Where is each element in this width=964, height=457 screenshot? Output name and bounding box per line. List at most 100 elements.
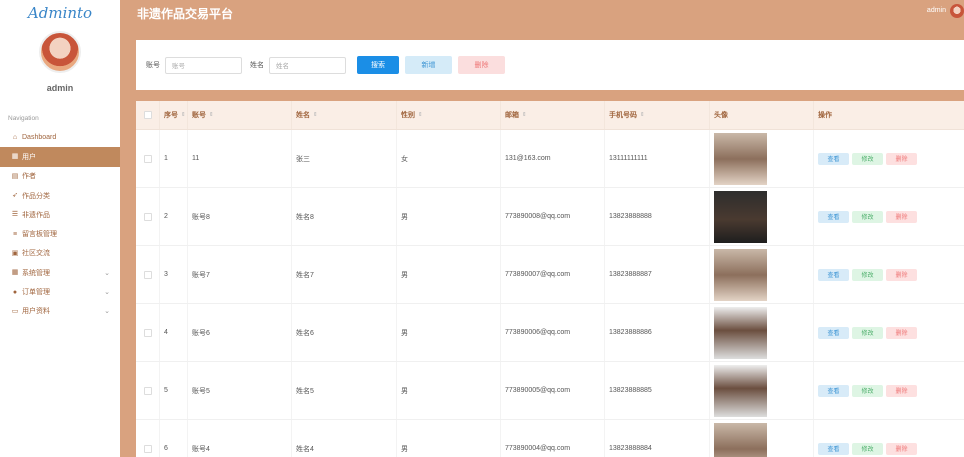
search-button[interactable]: 搜索 (357, 56, 399, 74)
view-button[interactable]: 查看 (818, 152, 849, 165)
gender-cell: 男 (397, 246, 501, 303)
account-input[interactable]: 账号 (165, 56, 242, 74)
sidebar-item-2[interactable]: ▤ 作者 (0, 167, 120, 186)
avatar-photo[interactable] (714, 248, 767, 301)
chevron-down-icon: ⌄ (104, 308, 110, 316)
sidebar-item-label: 订单管理 (22, 289, 50, 297)
column-header[interactable]: 邮箱 ⇕ (501, 101, 605, 129)
row-index: 6 (160, 420, 188, 457)
edit-button[interactable]: 修改 (852, 326, 883, 339)
column-header[interactable]: 姓名 ⇕ (292, 101, 397, 129)
row-select-cell (136, 246, 160, 303)
avatar-photo[interactable] (714, 422, 767, 457)
name-input[interactable]: 姓名 (269, 56, 346, 74)
row-checkbox[interactable] (143, 212, 152, 221)
delete-row-button[interactable]: 删除 (886, 442, 917, 455)
sidebar-item-8[interactable]: ● 订单管理 ⌄ (0, 282, 120, 301)
view-button[interactable]: 查看 (818, 384, 849, 397)
header-username[interactable]: admin (927, 7, 946, 14)
avatar-cell (710, 420, 814, 457)
sidebar: Adminto admin Navigation ⌂ Dashboard ▦ 用户 ▤ 作… (0, 0, 120, 457)
app-logo[interactable]: Adminto (0, 0, 120, 26)
delete-button[interactable]: 删除 (458, 56, 505, 74)
sidebar-item-6[interactable]: ▣ 社区交流 (0, 244, 120, 263)
row-actions: 查看 修改 删除 (818, 442, 917, 455)
column-header-label: 姓名 (296, 112, 310, 119)
row-checkbox[interactable] (143, 328, 152, 337)
sidebar-item-label: 用户 (22, 153, 36, 161)
sidebar-item-3[interactable]: ➶ 作品分类 (0, 186, 120, 205)
sort-icon[interactable]: ⇕ (209, 112, 214, 118)
header-avatar[interactable] (950, 4, 964, 18)
sidebar-item-4[interactable]: ☰ 非遗作品 (0, 205, 120, 224)
column-header[interactable]: 性别 ⇕ (397, 101, 501, 129)
sort-icon[interactable]: ⇕ (313, 112, 318, 118)
phone-cell: 13823888886 (605, 304, 710, 361)
edit-button[interactable]: 修改 (852, 384, 883, 397)
add-button[interactable]: 新增 (405, 56, 452, 74)
column-header: 头像 (710, 101, 814, 129)
view-button[interactable]: 查看 (818, 326, 849, 339)
sort-icon[interactable]: ⇕ (418, 112, 423, 118)
row-checkbox[interactable] (143, 270, 152, 279)
delete-row-button[interactable]: 删除 (886, 326, 917, 339)
sidebar-item-0[interactable]: ⌂ Dashboard (0, 128, 120, 147)
sidebar-item-1[interactable]: ▦ 用户 (0, 147, 120, 167)
column-header-label: 头像 (714, 112, 728, 119)
gender-cell: 男 (397, 420, 501, 457)
avatar-photo[interactable] (714, 132, 767, 185)
edit-button[interactable]: 修改 (852, 152, 883, 165)
column-header-label: 操作 (818, 112, 832, 119)
table-body: 1 11 张三女 131@163.com 13111111111 查看 修改 删除 2 账号8 姓名… (136, 130, 964, 457)
view-button[interactable]: 查看 (818, 210, 849, 223)
column-header[interactable]: 账号 ⇕ (188, 101, 292, 129)
edit-button[interactable]: 修改 (852, 210, 883, 223)
account-cell: 11 (188, 130, 292, 187)
sort-icon[interactable]: ⇕ (181, 112, 186, 118)
sidebar-avatar[interactable] (39, 31, 81, 73)
sidebar-item-label: 作者 (22, 173, 36, 181)
name-label: 姓名 (250, 62, 264, 69)
sidebar-item-9[interactable]: ▭ 用户资料 ⌄ (0, 302, 120, 321)
select-all-checkbox[interactable] (143, 111, 152, 119)
delete-row-button[interactable]: 删除 (886, 384, 917, 397)
view-button[interactable]: 查看 (818, 268, 849, 281)
delete-row-button[interactable]: 删除 (886, 268, 917, 281)
gender-cell: 女 (397, 130, 501, 187)
row-checkbox[interactable] (143, 154, 152, 163)
avatar-cell (710, 246, 814, 303)
column-header-label: 序号 (164, 112, 178, 119)
sidebar-item-label: 留言板管理 (22, 231, 57, 239)
delete-row-button[interactable]: 删除 (886, 152, 917, 165)
sidebar-item-7[interactable]: ▦ 系统管理 ⌄ (0, 263, 120, 282)
sort-icon[interactable]: ⇕ (522, 112, 527, 118)
account-cell: 账号7 (188, 246, 292, 303)
actions-cell: 查看 修改 删除 (814, 304, 964, 361)
column-header[interactable]: 序号 ⇕ (160, 101, 188, 129)
row-checkbox[interactable] (143, 444, 152, 453)
avatar-photo[interactable] (714, 190, 767, 243)
avatar-cell (710, 188, 814, 245)
sliders-icon: ☰ (11, 211, 19, 219)
sort-icon[interactable]: ⇕ (640, 112, 645, 118)
avatar-photo[interactable] (714, 306, 767, 359)
name-cell: 姓名7 (292, 246, 397, 303)
column-header-label: 账号 (192, 112, 206, 119)
table-row: 3 账号7 姓名7 男 773890007@qq.com 13823888887 查看 修改删… (136, 246, 964, 304)
edit-button[interactable]: 修改 (852, 442, 883, 455)
actions-cell: 查看 修改 删除 (814, 420, 964, 457)
grid-icon: ▦ (11, 153, 19, 161)
name-cell: 姓名8 (292, 188, 397, 245)
phone-cell: 13823888884 (605, 420, 710, 457)
table-row: 2 账号8 姓名8 男 773890008@qq.com 13823888888 查看 修改删… (136, 188, 964, 246)
select-all-cell[interactable] (136, 101, 160, 129)
avatar-photo[interactable] (714, 364, 767, 417)
sidebar-item-5[interactable]: ≡ 留言板管理 (0, 224, 120, 243)
row-checkbox[interactable] (143, 386, 152, 395)
delete-row-button[interactable]: 删除 (886, 210, 917, 223)
edit-button[interactable]: 修改 (852, 268, 883, 281)
view-button[interactable]: 查看 (818, 442, 849, 455)
phone-cell: 13823888887 (605, 246, 710, 303)
column-header[interactable]: 手机号码 ⇕ (605, 101, 710, 129)
actions-cell: 查看 修改 删除 (814, 130, 964, 187)
